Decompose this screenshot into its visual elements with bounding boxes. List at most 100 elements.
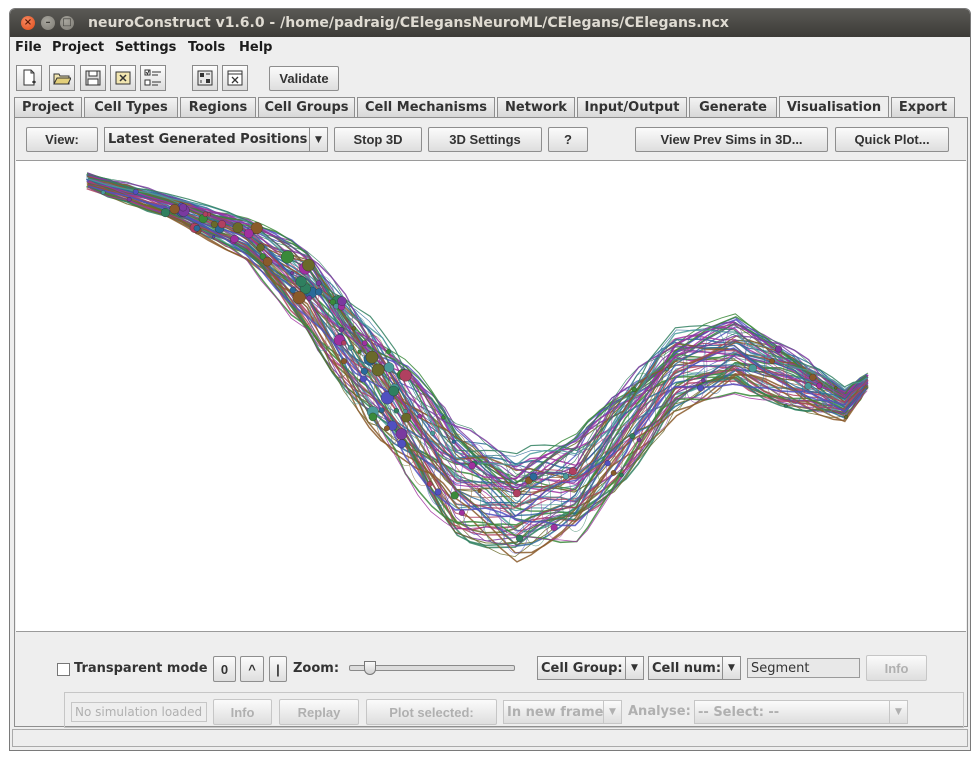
cell-soma[interactable]: [399, 369, 412, 382]
cell-soma[interactable]: [604, 460, 611, 467]
cell-soma[interactable]: [816, 382, 823, 389]
menu-tools[interactable]: Tools: [188, 40, 225, 55]
preferences-button[interactable]: [140, 65, 166, 91]
cell-soma[interactable]: [844, 414, 849, 420]
cell-soma[interactable]: [100, 190, 106, 195]
cell-soma[interactable]: [357, 349, 362, 354]
c-elegans-3d-render[interactable]: [16, 161, 966, 631]
cell-soma[interactable]: [295, 275, 307, 288]
help-button[interactable]: ?: [548, 127, 588, 152]
cell-soma[interactable]: [280, 250, 294, 264]
bar-button[interactable]: |: [269, 656, 287, 682]
cell-soma[interactable]: [748, 364, 757, 373]
tab-generate[interactable]: Generate: [689, 97, 777, 117]
cell-soma[interactable]: [361, 340, 368, 346]
cell-soma[interactable]: [430, 430, 436, 436]
transparent-mode-checkbox[interactable]: [57, 663, 70, 676]
cell-group-select[interactable]: Cell Group: ▼: [537, 656, 644, 680]
cell-soma[interactable]: [395, 428, 408, 440]
cell-soma[interactable]: [306, 295, 313, 301]
cell-soma[interactable]: [232, 222, 244, 233]
up-button[interactable]: ^: [240, 656, 264, 682]
tab-network[interactable]: Network: [497, 97, 575, 117]
cell-soma[interactable]: [365, 350, 379, 364]
cell-soma[interactable]: [665, 367, 669, 371]
cell-soma[interactable]: [451, 439, 456, 444]
cell-soma[interactable]: [385, 349, 392, 355]
cell-soma[interactable]: [619, 472, 624, 478]
cell-soma[interactable]: [450, 491, 459, 500]
analyse-select[interactable]: -- Select: -- ▼: [694, 700, 908, 724]
tab-cell-mechanisms[interactable]: Cell Mechanisms: [357, 97, 495, 117]
cell-soma[interactable]: [262, 256, 273, 267]
new-project-button[interactable]: [16, 65, 42, 91]
cell-soma[interactable]: [244, 228, 254, 239]
menu-file[interactable]: File: [15, 40, 42, 55]
cell-soma[interactable]: [368, 412, 378, 422]
cell-soma[interactable]: [160, 208, 171, 218]
cell-soma[interactable]: [217, 220, 226, 229]
cell-soma[interactable]: [636, 437, 642, 443]
cell-soma[interactable]: [775, 345, 783, 353]
view-select[interactable]: Latest Generated Positions ▼: [104, 127, 328, 152]
tab-regions[interactable]: Regions: [180, 97, 256, 117]
cell-soma[interactable]: [338, 327, 344, 333]
cell-soma[interactable]: [126, 197, 132, 202]
tab-input-output[interactable]: Input/Output: [577, 97, 687, 117]
cell-soma[interactable]: [562, 473, 569, 480]
menu-project[interactable]: Project: [52, 40, 104, 55]
plot-selected-button[interactable]: Plot selected:: [366, 699, 497, 725]
close-window-icon[interactable]: ×: [21, 16, 35, 30]
exit-button[interactable]: [222, 65, 248, 91]
cell-soma[interactable]: [631, 386, 637, 392]
stop-3d-button[interactable]: Stop 3D: [334, 127, 422, 152]
cell-soma[interactable]: [179, 203, 188, 212]
cell-soma[interactable]: [315, 280, 322, 286]
cell-soma[interactable]: [340, 358, 347, 365]
replay-button[interactable]: Replay: [279, 699, 359, 725]
simulation-field[interactable]: No simulation loaded: [71, 702, 207, 722]
zero-button[interactable]: 0: [213, 656, 236, 682]
cell-soma[interactable]: [302, 258, 315, 272]
menu-help[interactable]: Help: [239, 40, 272, 55]
save-project-button[interactable]: [80, 65, 106, 91]
cell-soma[interactable]: [341, 340, 347, 346]
cell-soma[interactable]: [458, 509, 465, 516]
view-button[interactable]: View:: [26, 127, 98, 152]
cell-soma[interactable]: [529, 472, 538, 481]
cell-soma[interactable]: [441, 415, 446, 420]
cell-soma[interactable]: [256, 243, 265, 252]
cell-soma[interactable]: [230, 234, 239, 244]
new-frame-select[interactable]: In new frame ▼: [503, 700, 622, 724]
tab-visualisation[interactable]: Visualisation: [779, 96, 889, 117]
cell-soma[interactable]: [315, 288, 323, 296]
cell-soma[interactable]: [804, 382, 812, 390]
cell-soma[interactable]: [403, 408, 408, 414]
validate-button[interactable]: Validate: [269, 66, 339, 91]
cell-soma[interactable]: [202, 211, 209, 217]
view-prev-sims-button[interactable]: View Prev Sims in 3D...: [635, 127, 828, 152]
cell-soma[interactable]: [397, 439, 407, 449]
info-button[interactable]: Info: [866, 655, 927, 681]
cell-soma[interactable]: [809, 373, 817, 381]
tab-export[interactable]: Export: [891, 97, 955, 117]
cell-num-select[interactable]: Cell num: ▼: [648, 656, 741, 680]
cell-soma[interactable]: [515, 534, 524, 543]
cell-soma[interactable]: [697, 384, 704, 392]
quick-plot-button[interactable]: Quick Plot...: [835, 127, 949, 152]
cell-soma[interactable]: [769, 358, 775, 364]
cell-soma[interactable]: [384, 425, 390, 432]
cell-soma[interactable]: [434, 488, 442, 496]
cell-soma[interactable]: [388, 385, 399, 397]
cell-soma[interactable]: [290, 271, 294, 275]
3d-canvas[interactable]: [16, 160, 966, 632]
cell-soma[interactable]: [401, 412, 411, 423]
cell-soma[interactable]: [550, 524, 558, 532]
cell-soma[interactable]: [347, 344, 354, 351]
tab-project[interactable]: Project: [14, 97, 82, 117]
cell-soma[interactable]: [371, 363, 385, 377]
cell-soma[interactable]: [610, 470, 617, 476]
cell-soma[interactable]: [629, 433, 636, 440]
cell-soma[interactable]: [360, 367, 368, 375]
sim-info-button[interactable]: Info: [213, 699, 272, 725]
